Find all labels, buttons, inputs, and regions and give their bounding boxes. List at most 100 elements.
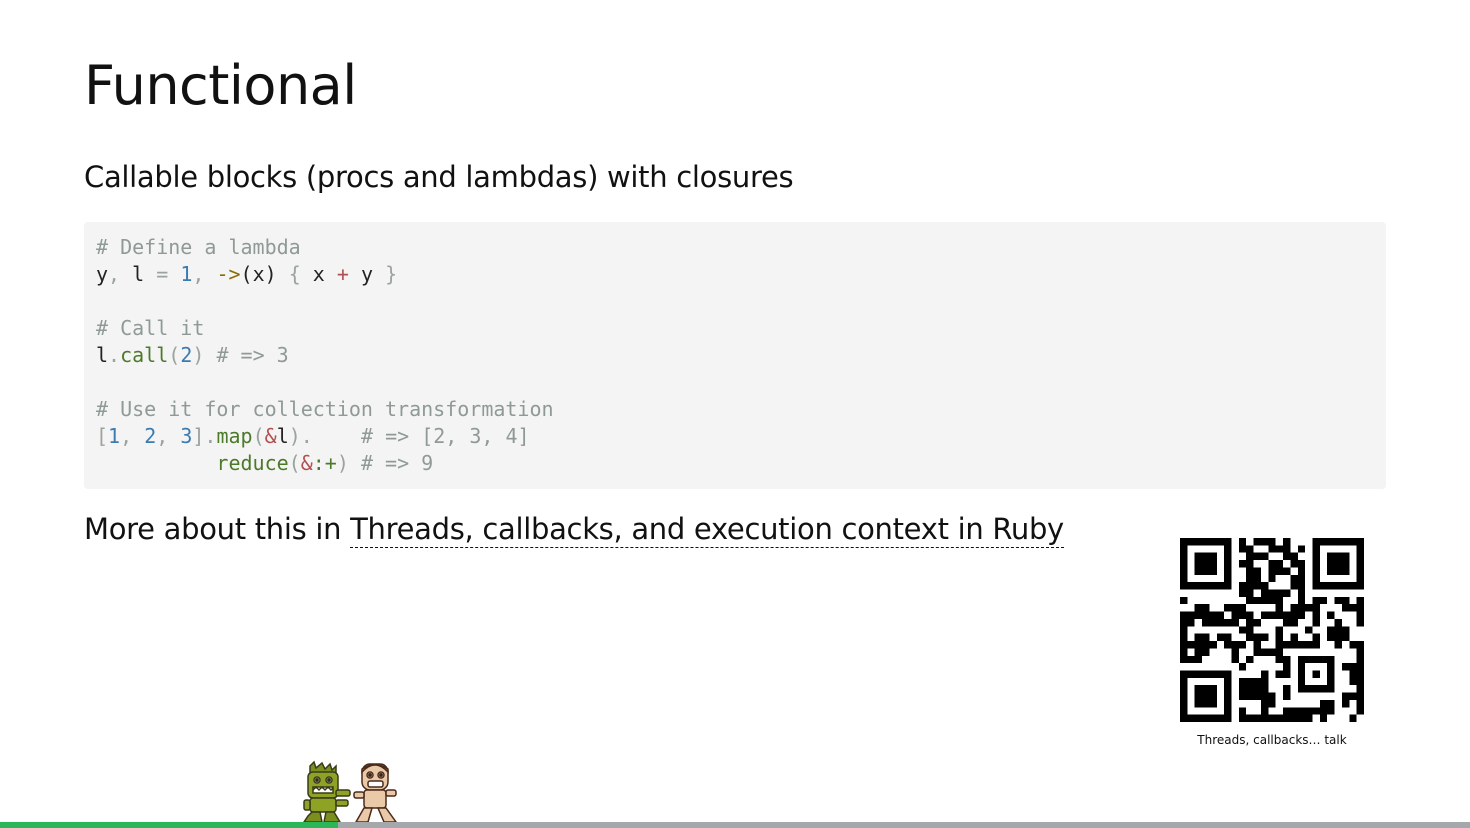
qr-module xyxy=(1327,699,1335,708)
qr-module xyxy=(1246,714,1254,722)
qr-module xyxy=(1312,604,1320,612)
qr-module xyxy=(1341,699,1350,708)
qr-module xyxy=(1283,670,1291,678)
progress-fill xyxy=(0,822,339,828)
qr-module xyxy=(1356,670,1364,678)
qr-module xyxy=(1290,611,1298,619)
qr-module xyxy=(1180,655,1188,664)
monster-chasing-person-icon xyxy=(302,760,398,823)
qr-module xyxy=(1275,655,1284,664)
qr-module xyxy=(1260,611,1269,619)
qr-module xyxy=(1224,633,1232,642)
code-line-1: # Define a lambda xyxy=(96,235,301,259)
qr-module xyxy=(1231,655,1239,664)
qr-module xyxy=(1327,611,1335,619)
qr-module xyxy=(1246,618,1254,627)
qr-module xyxy=(1327,707,1335,715)
qr-module xyxy=(1180,611,1188,619)
qr-module xyxy=(1341,663,1350,671)
qr-module xyxy=(1209,618,1217,627)
qr-module xyxy=(1246,611,1254,619)
qr-module xyxy=(1253,596,1261,605)
qr-module xyxy=(1356,692,1364,700)
qr-module xyxy=(1297,567,1306,575)
qr-module xyxy=(1268,611,1276,619)
qr-module xyxy=(1356,648,1364,656)
qr-module xyxy=(1253,538,1261,546)
qr-module xyxy=(1312,641,1320,649)
qr-module xyxy=(1268,538,1276,546)
qr-module xyxy=(1334,641,1342,649)
qr-module xyxy=(1260,589,1269,597)
qr-module xyxy=(1356,663,1364,671)
qr-module xyxy=(1268,567,1276,575)
qr-module xyxy=(1297,714,1306,722)
qr-module xyxy=(1180,641,1188,649)
qr-module xyxy=(1297,574,1306,583)
qr-module xyxy=(1246,567,1254,575)
qr-module xyxy=(1187,641,1195,649)
qr-module xyxy=(1194,604,1203,612)
qr-module xyxy=(1349,670,1357,678)
mascots xyxy=(300,760,404,828)
qr-module xyxy=(1246,633,1254,642)
qr-module xyxy=(1253,633,1261,642)
qr-module xyxy=(1283,538,1291,546)
qr-module xyxy=(1268,692,1276,700)
qr-module xyxy=(1341,604,1350,612)
qr-module xyxy=(1283,641,1291,649)
qr-module xyxy=(1283,589,1291,597)
qr-module xyxy=(1283,567,1291,575)
qr-module xyxy=(1297,582,1306,590)
qr-module xyxy=(1297,545,1306,553)
qr-module xyxy=(1341,692,1350,700)
qr-module xyxy=(1349,604,1357,612)
qr-module xyxy=(1275,604,1284,612)
qr-module xyxy=(1319,707,1328,715)
code-line-2: y, l = 1, ->(x) { x + y } xyxy=(96,262,398,286)
qr-module xyxy=(1260,648,1269,656)
qr-module xyxy=(1209,611,1217,619)
qr-module xyxy=(1349,677,1357,686)
qr-module xyxy=(1290,552,1298,561)
qr-module xyxy=(1283,611,1291,619)
qr-module xyxy=(1297,589,1306,597)
qr-module xyxy=(1349,692,1357,700)
qr-module xyxy=(1275,633,1284,642)
qr-module xyxy=(1305,604,1313,612)
qr-module xyxy=(1253,567,1261,575)
qr-module xyxy=(1224,604,1232,612)
talk-link[interactable]: Threads, callbacks, and execution contex… xyxy=(350,512,1064,548)
qr-module xyxy=(1253,574,1261,583)
qr-module xyxy=(1194,655,1203,664)
qr-module xyxy=(1260,707,1269,715)
qr-module xyxy=(1224,618,1232,627)
qr-module xyxy=(1275,648,1284,656)
qr-module xyxy=(1246,692,1254,700)
qr-module xyxy=(1187,655,1195,664)
qr-module xyxy=(1319,596,1328,605)
qr-module xyxy=(1275,545,1284,553)
qr-module xyxy=(1246,677,1254,686)
qr-module xyxy=(1180,596,1188,605)
qr-module xyxy=(1260,633,1269,642)
qr-module xyxy=(1275,714,1284,722)
qr-module xyxy=(1290,604,1298,612)
qr-module xyxy=(1194,641,1203,649)
qr-module xyxy=(1334,618,1342,627)
qr-module xyxy=(1312,611,1320,619)
code-line-9: reduce(&:+) # => 9 xyxy=(216,451,434,475)
qr-module xyxy=(1202,604,1210,612)
qr-module xyxy=(1268,596,1276,605)
qr-module xyxy=(1268,560,1276,568)
qr-module xyxy=(1312,633,1320,642)
qr-module xyxy=(1275,596,1284,605)
qr-module xyxy=(1260,552,1269,561)
qr-code[interactable] xyxy=(1180,538,1364,722)
qr-module xyxy=(1238,582,1247,590)
qr-module xyxy=(1253,641,1261,649)
code-line-7: # Use it for collection transformation xyxy=(96,397,554,421)
qr-module xyxy=(1246,560,1254,568)
qr-module xyxy=(1246,655,1254,664)
qr-module xyxy=(1356,685,1364,693)
